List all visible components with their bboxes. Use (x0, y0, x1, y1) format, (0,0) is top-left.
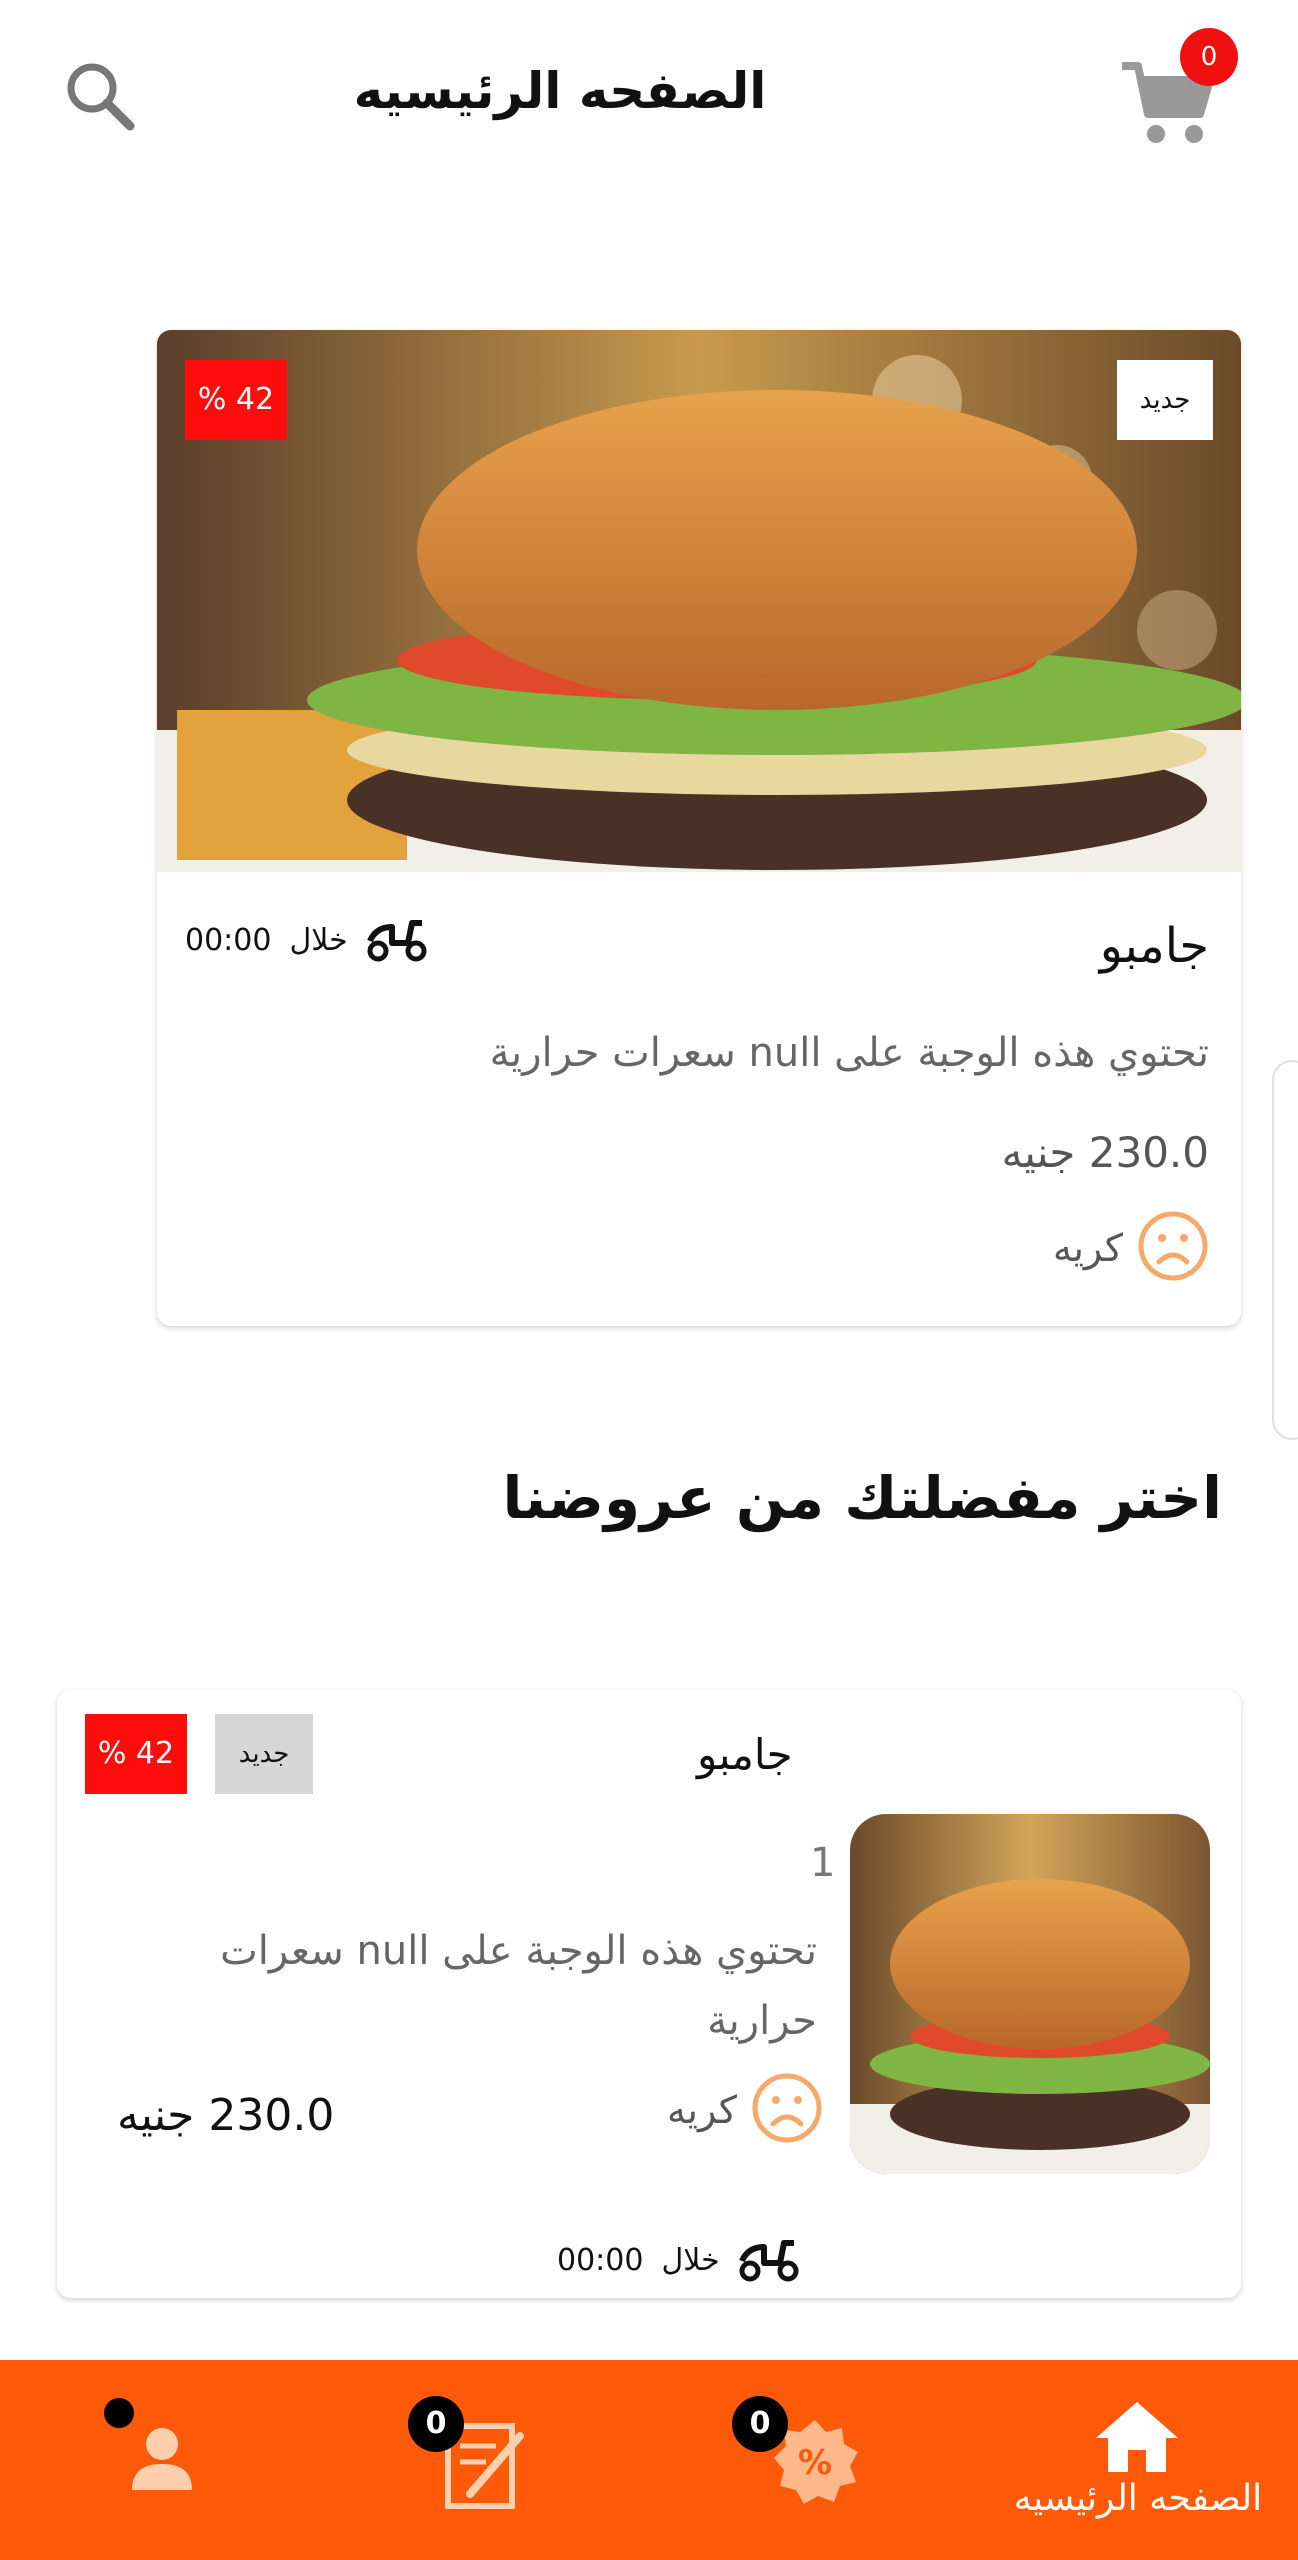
svg-text:%: % (798, 2443, 832, 2483)
burger-image (157, 330, 1241, 872)
bottom-navigation: 0 % 0 الصفحه الرئيسيه (0, 2360, 1298, 2560)
offer-price: 230.0 جنيه (117, 2090, 335, 2141)
offer-new-tag: جديد (215, 1714, 313, 1794)
offer-burger-image (850, 1814, 1210, 2174)
app-header: الصفحه الرئيسيه 0 (0, 0, 1298, 190)
section-title: اختر مفضلتك من عروضنا (502, 1464, 1222, 1532)
rating-label: كريه (1052, 1226, 1123, 1270)
offer-delivery-time-label: خلال (661, 2242, 720, 2278)
delivery-time-label: خلال (289, 922, 348, 958)
offer-delivery-scooter-icon (738, 2233, 800, 2287)
nav-home-label[interactable]: الصفحه الرئيسيه (1000, 2478, 1276, 2519)
offer-delivery-time: 00:00 خلال (557, 2230, 800, 2290)
profile-dot (104, 2398, 134, 2428)
meal-name: جامبو (1099, 918, 1209, 974)
nav-profile[interactable] (120, 2418, 200, 2498)
offer-rating-label: كريه (667, 2088, 738, 2132)
meal-rating: كريه (1053, 1210, 1209, 1286)
orders-icon (440, 2423, 530, 2516)
discount-badge-icon: % (770, 2420, 860, 2510)
delivery-scooter-icon (366, 913, 428, 967)
offer-meal-name: جامبو (697, 1730, 793, 1779)
cart-count-badge: 0 (1180, 28, 1238, 86)
offer-description: تحتوي هذه الوجبة على null سعرات حرارية (220, 1928, 817, 2044)
new-tag: جديد (1117, 360, 1213, 440)
search-icon[interactable] (62, 58, 138, 134)
offers-count-badge: 0 (732, 2396, 788, 2452)
discount-tag: % 42 (185, 360, 287, 440)
delivery-time-value: 00:00 (185, 922, 272, 958)
offer-sad-face-icon (751, 2072, 823, 2148)
meal-description: تحتوي هذه الوجبة على null سعرات حرارية (489, 1030, 1209, 1076)
meal-price: 230.0 جنيه (1001, 1128, 1209, 1177)
offer-rating: كريه (667, 2072, 823, 2148)
orders-count-badge: 0 (408, 2396, 464, 2452)
offer-discount-tag: % 42 (85, 1714, 187, 1794)
nav-home[interactable] (1092, 2396, 1182, 2476)
profile-icon (120, 2428, 200, 2502)
page-title: الصفحه الرئيسيه (353, 62, 767, 120)
featured-meal-card[interactable]: جديد % 42 جامبو 00:00 خلال تحتوي هذه الو… (157, 330, 1241, 1326)
delivery-time: 00:00 خلال (185, 905, 428, 975)
offer-quantity: 1 (810, 1840, 836, 1886)
offer-delivery-time-value: 00:00 (557, 2242, 644, 2278)
sad-face-icon (1137, 1210, 1209, 1286)
carousel-next-card[interactable] (1272, 1060, 1298, 1440)
offer-meal-card[interactable]: جامبو جديد % 42 1 تحتوي هذه الوجبة على n… (57, 1690, 1241, 2298)
